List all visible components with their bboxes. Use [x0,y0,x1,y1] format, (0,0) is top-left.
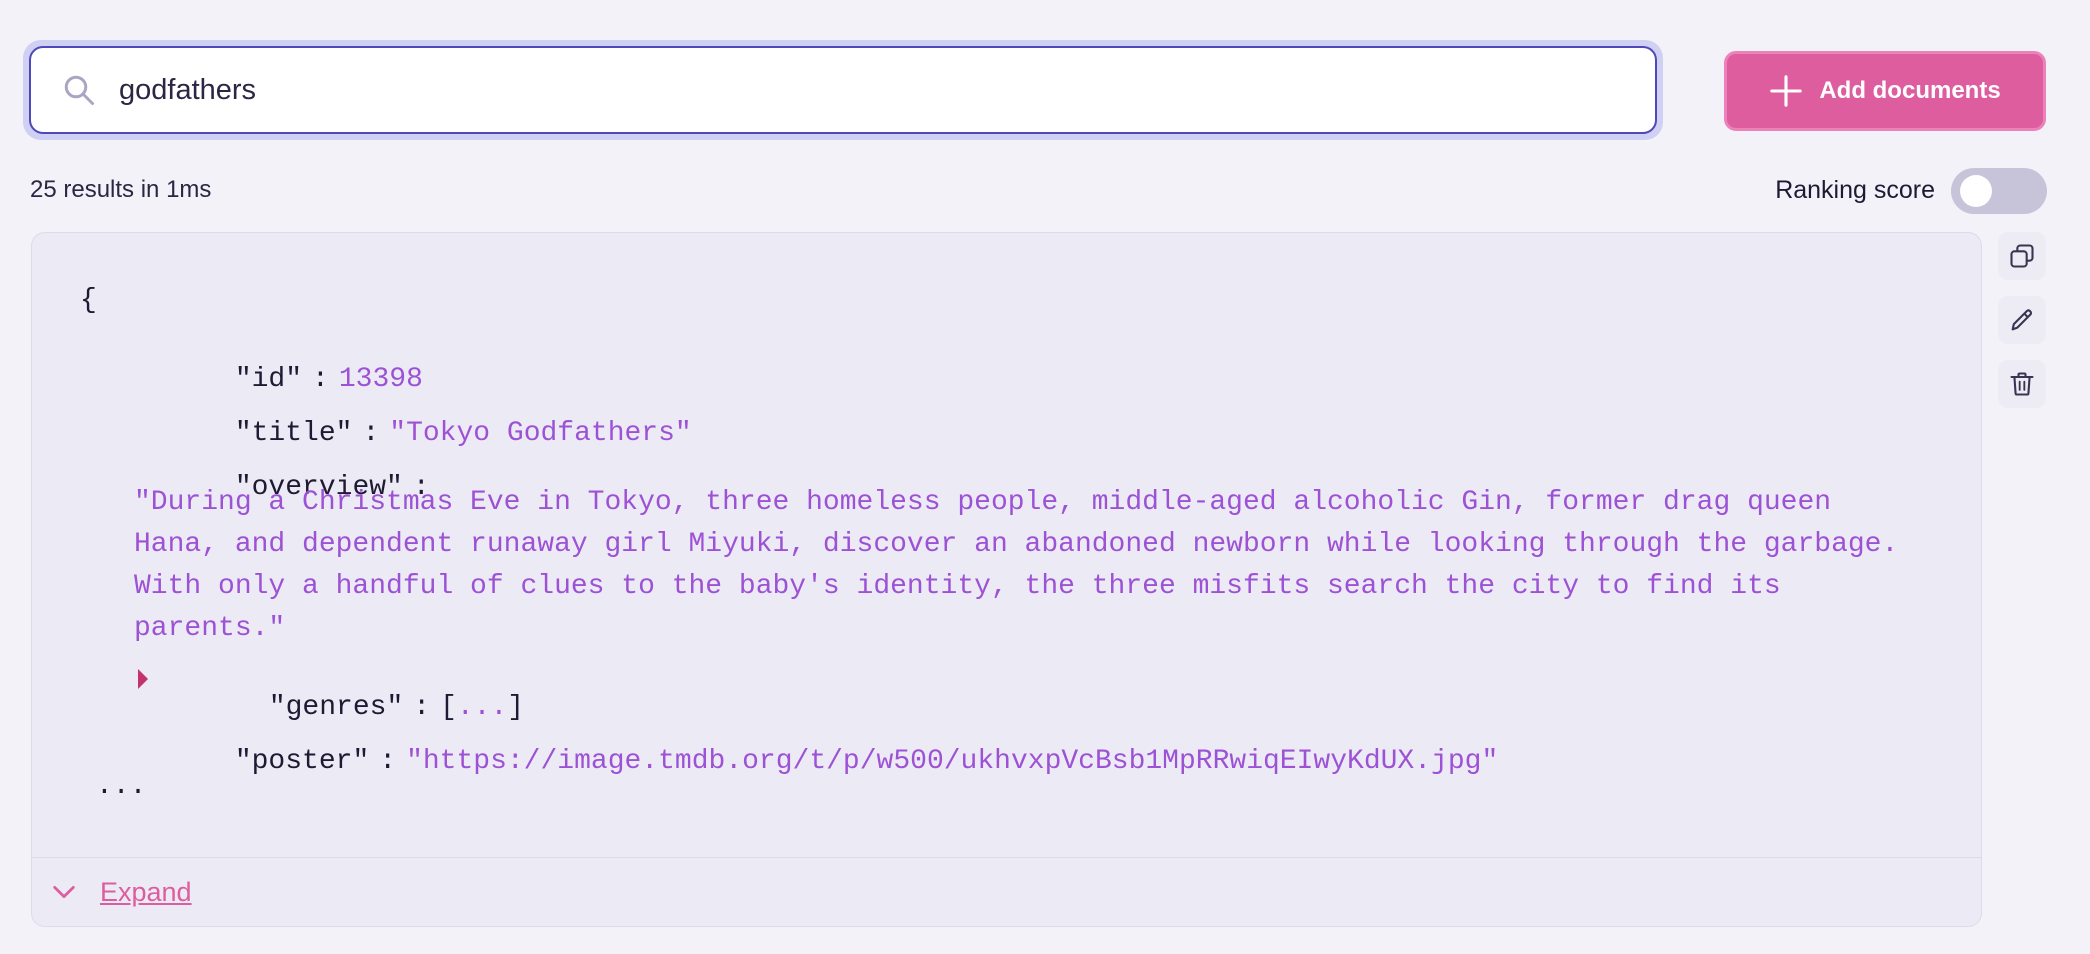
overview-line: With only a handful of clues to the baby… [134,571,1781,602]
field-value: "https://image.tmdb.org/t/p/w500/ukhvxpV… [406,746,1499,777]
pencil-icon [2011,309,2033,331]
field-key: "poster" [234,746,370,777]
copy-icon [2010,244,2034,268]
ranking-score-label: Ranking score [1775,176,1935,204]
open-brace: { [80,285,97,316]
colon: : [379,746,397,777]
caret-right-icon[interactable] [138,669,148,689]
more-fields-ellipsis: ... [96,771,147,802]
chevron-down-icon[interactable] [50,878,78,906]
overview-line: Hana, and dependent runaway girl Miyuki,… [134,529,1899,560]
edit-button[interactable] [1998,296,2046,344]
overview-line: parents." [134,613,286,644]
search-icon [64,75,94,105]
search-bar[interactable] [29,46,1657,134]
add-documents-label: Add documents [1819,77,2001,104]
search-input[interactable] [119,60,1655,120]
expand-link[interactable]: Expand [100,877,192,908]
document-card: { "id":13398 "title": "Tokyo Godfathers" … [31,232,1982,927]
search-focus-ring [23,40,1663,140]
toggle-knob [1960,175,1992,207]
overview-value: "During a Christmas Eve in Tokyo, three … [134,482,1934,650]
field-poster: "poster": "https://image.tmdb.org/t/p/w50… [134,715,1498,808]
ranking-score-toggle[interactable] [1951,168,2047,214]
document-footer: Expand [32,857,1981,926]
trash-icon [2010,372,2034,396]
overview-line: "During a Christmas Eve in Tokyo, three … [134,487,1832,518]
results-summary: 25 results in 1ms [30,176,212,203]
plus-icon [1770,75,1803,107]
copy-button[interactable] [1998,232,2046,280]
document-json: { "id":13398 "title": "Tokyo Godfathers" … [32,233,1981,859]
add-documents-button[interactable]: Add documents [1724,51,2046,131]
delete-button[interactable] [1998,360,2046,408]
